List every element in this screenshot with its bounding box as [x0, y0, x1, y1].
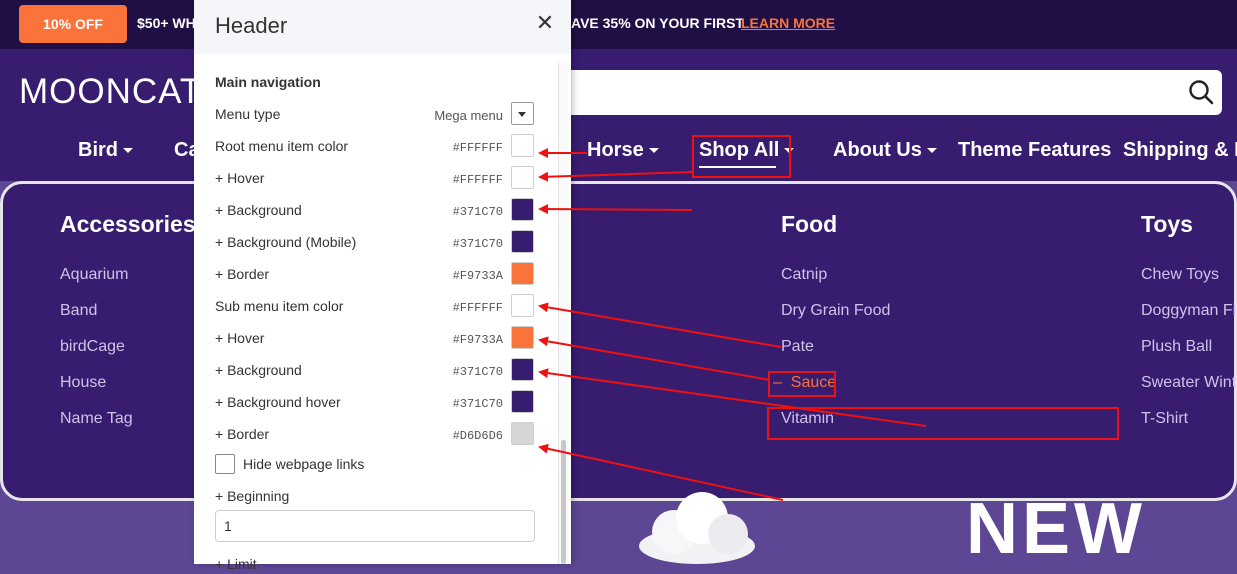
announcement-text-left: $50+ WH — [137, 15, 196, 31]
nav-label: About Us — [833, 139, 922, 161]
mega-submenu-item[interactable]: Sweater Winte — [1141, 374, 1237, 392]
chevron-down-icon — [123, 148, 133, 154]
setting-label: + Border — [215, 426, 270, 442]
beginning-input[interactable]: 1 — [215, 510, 535, 542]
chevron-down-icon — [926, 148, 937, 154]
menu-type-label: Menu type — [215, 106, 281, 122]
annotation-box-vitamin — [767, 407, 1119, 440]
hide-links-label: Hide webpage links — [243, 456, 365, 472]
nav-item-theme-features[interactable]: Theme Features — [958, 139, 1111, 162]
menu-type-value[interactable]: Mega menu — [434, 108, 503, 123]
mega-submenu-item[interactable]: Catnip — [781, 266, 827, 284]
annotation-box-sauce — [768, 371, 836, 397]
setting-label: + Background hover — [215, 394, 341, 410]
color-hex-value: #371C70 — [452, 237, 503, 251]
setting-label: + Hover — [215, 170, 265, 186]
mega-submenu-item[interactable]: Aquarium — [60, 266, 128, 284]
setting-label: + Background — [215, 362, 302, 378]
mega-submenu-item[interactable]: Chew Toys — [1141, 266, 1219, 284]
site-logo[interactable]: MOONCAT — [19, 72, 202, 112]
mega-submenu-item[interactable]: Dry Grain Food — [781, 302, 890, 320]
hide-links-checkbox[interactable] — [215, 454, 235, 474]
search-icon[interactable] — [1188, 79, 1214, 105]
search-input[interactable] — [560, 70, 1222, 115]
color-hex-value: #F9733A — [452, 333, 503, 347]
color-hex-value: #FFFFFF — [452, 141, 503, 155]
mega-submenu-item[interactable]: Band — [60, 302, 97, 320]
color-hex-value: #371C70 — [452, 205, 503, 219]
mega-submenu-item[interactable]: House — [60, 374, 106, 392]
color-hex-value: #D6D6D6 — [452, 429, 503, 443]
cloud-illustration — [639, 492, 755, 564]
mega-column-title[interactable]: Toys — [1141, 211, 1193, 238]
color-hex-value: #371C70 — [452, 365, 503, 379]
color-hex-value: #371C70 — [452, 397, 503, 411]
section-heading: Main navigation — [215, 74, 321, 90]
color-swatch[interactable] — [511, 262, 534, 285]
nav-item-shipping[interactable]: Shipping & Re — [1123, 139, 1237, 162]
nav-label: Horse — [587, 139, 644, 161]
mega-column-title[interactable]: Accessories — [60, 211, 196, 238]
mega-submenu-item[interactable]: Plush Ball — [1141, 338, 1212, 356]
color-swatch[interactable] — [511, 422, 534, 445]
mega-submenu-item[interactable]: T-Shirt — [1141, 410, 1188, 428]
color-swatch[interactable] — [511, 198, 534, 221]
nav-item-bird[interactable]: Bird — [78, 139, 133, 162]
mega-submenu-item[interactable]: Doggyman Fis — [1141, 302, 1237, 320]
announcement-bar: 10% OFF $50+ WH AVE 35% ON YOUR FIRST LE… — [0, 0, 1237, 49]
learn-more-link[interactable]: LEARN MORE — [741, 15, 835, 31]
color-hex-value: #FFFFFF — [452, 173, 503, 187]
panel-header: Header ✕ — [194, 0, 571, 54]
setting-label: Root menu item color — [215, 138, 349, 154]
nav-label: Theme Features — [958, 139, 1112, 161]
setting-label: + Border — [215, 266, 270, 282]
nav-item-horse[interactable]: Horse — [587, 139, 659, 162]
setting-label: Sub menu item color — [215, 298, 344, 314]
close-icon[interactable]: ✕ — [534, 10, 556, 36]
nav-label: Bird — [78, 139, 118, 161]
header-settings-panel: Header ✕ Main navigation Menu type Mega … — [194, 0, 571, 572]
color-swatch[interactable] — [511, 134, 534, 157]
color-swatch[interactable] — [511, 294, 534, 317]
nav-label: Shipping & Re — [1123, 139, 1237, 161]
color-hex-value: #FFFFFF — [452, 301, 503, 315]
color-swatch[interactable] — [511, 390, 534, 413]
limit-label: + Limit — [215, 556, 257, 572]
setting-label: + Background — [215, 202, 302, 218]
panel-title: Header — [215, 13, 288, 38]
color-swatch[interactable] — [511, 326, 534, 349]
chevron-down-icon — [518, 112, 526, 117]
color-swatch[interactable] — [511, 166, 534, 189]
color-swatch[interactable] — [511, 230, 534, 253]
beginning-label: + Beginning — [215, 488, 290, 504]
chevron-down-icon — [648, 148, 659, 154]
mega-submenu-item[interactable]: birdCage — [60, 338, 125, 356]
color-swatch[interactable] — [511, 358, 534, 381]
promo-badge[interactable]: 10% OFF — [19, 5, 127, 43]
color-hex-value: #F9733A — [452, 269, 503, 283]
mega-submenu-item[interactable]: Pate — [781, 338, 814, 356]
mega-column-title[interactable]: Food — [781, 211, 837, 238]
mega-submenu-item[interactable]: Name Tag — [60, 410, 133, 428]
panel-scrollbar-thumb[interactable] — [561, 440, 566, 564]
setting-label: + Hover — [215, 330, 265, 346]
menu-type-select[interactable] — [511, 102, 534, 125]
setting-label: + Background (Mobile) — [215, 234, 357, 250]
hero-heading: NEW — [966, 489, 1146, 569]
announcement-text-right: AVE 35% ON YOUR FIRST — [571, 15, 744, 31]
nav-item-about-us[interactable]: About Us — [833, 139, 937, 162]
annotation-box-shop-all — [692, 135, 791, 178]
